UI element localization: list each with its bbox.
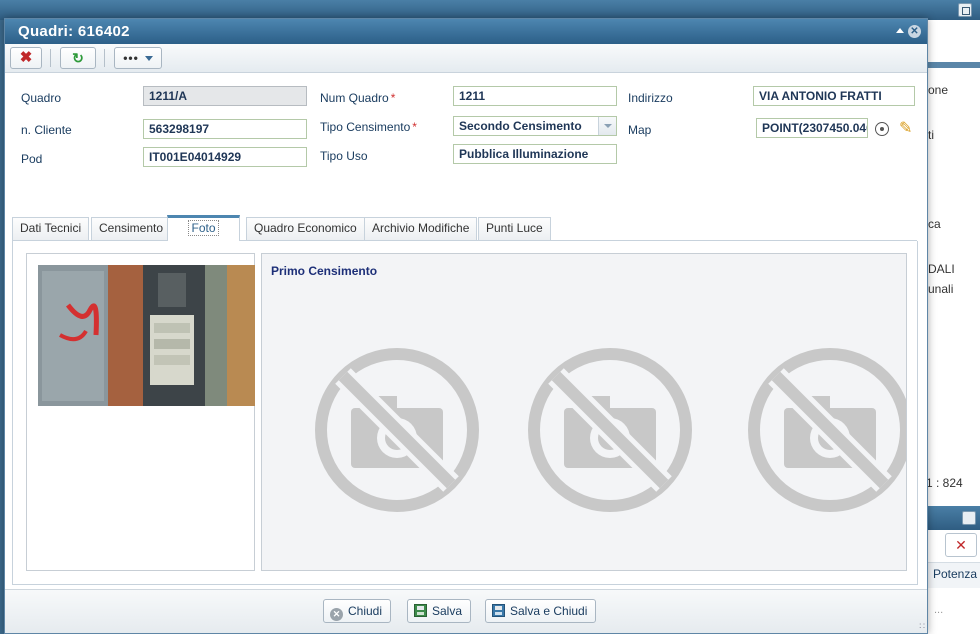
tab-foto-label: Foto bbox=[188, 220, 219, 236]
tab-quadro-economico[interactable]: Quadro Economico bbox=[246, 217, 365, 240]
num-quadro-field[interactable]: 1211 bbox=[453, 86, 617, 106]
n-cliente-label: n. Cliente bbox=[21, 123, 72, 137]
save-icon bbox=[414, 604, 427, 617]
expand-icon[interactable] bbox=[958, 3, 972, 17]
save-close-icon bbox=[492, 604, 505, 617]
num-quadro-label-text: Num Quadro bbox=[320, 91, 389, 105]
quadro-field: 1211/A bbox=[143, 86, 307, 106]
collapse-icon[interactable] bbox=[896, 28, 904, 33]
photo-gallery: Primo Censimento bbox=[261, 253, 907, 571]
tipo-censimento-label: Tipo Censimento * bbox=[320, 120, 417, 134]
tab-censimento[interactable]: Censimento bbox=[91, 217, 172, 240]
dialog-toolbar: ✖ ↻ ••• bbox=[5, 44, 927, 73]
photo-list bbox=[26, 253, 255, 571]
cabinet-photo[interactable] bbox=[38, 265, 255, 406]
refresh-button[interactable]: ↻ bbox=[60, 47, 96, 69]
record-count: 1 : 824 bbox=[926, 476, 963, 490]
dialog-title: Quadri: 616402 bbox=[18, 23, 130, 40]
quadro-label: Quadro bbox=[21, 91, 62, 105]
save-button-label: Salva bbox=[432, 604, 463, 618]
column-header-label: Potenza bbox=[933, 567, 978, 581]
pod-label: Pod bbox=[21, 152, 43, 166]
quadri-dialog: Quadri: 616402 ✕ ✖ ↻ ••• Quadro 1211/A N… bbox=[4, 18, 928, 634]
n-cliente-field[interactable]: 563298197 bbox=[143, 119, 307, 139]
tab-content: Primo Censimento bbox=[12, 241, 918, 585]
tab-dati-tecnici[interactable]: Dati Tecnici bbox=[12, 217, 90, 240]
locate-icon[interactable] bbox=[875, 122, 889, 136]
no-camera-icon bbox=[748, 348, 906, 512]
required-mark: * bbox=[390, 91, 396, 105]
x-icon: ✖ bbox=[19, 49, 33, 66]
required-mark: * bbox=[412, 120, 417, 134]
pencil-icon[interactable]: ✎ bbox=[899, 118, 912, 138]
background-text: one bbox=[928, 83, 949, 97]
close-button[interactable]: ✕ Chiudi bbox=[323, 599, 392, 623]
close-dialog-icon[interactable]: ✕ bbox=[908, 25, 921, 38]
close-button-label: Chiudi bbox=[348, 604, 383, 618]
clear-filter-button[interactable]: ✕ bbox=[945, 533, 977, 557]
tipo-censimento-select[interactable]: Secondo Censimento bbox=[453, 116, 617, 136]
cabinet-photo-image bbox=[38, 265, 255, 406]
more-icon: ••• bbox=[123, 51, 139, 65]
resize-grip-icon[interactable]: ∷ bbox=[919, 621, 925, 632]
map-label: Map bbox=[628, 123, 652, 137]
background-text: ti bbox=[928, 128, 934, 142]
refresh-icon: ↻ bbox=[72, 50, 84, 66]
tipo-uso-field[interactable]: Pubblica Illuminazione bbox=[453, 144, 617, 164]
toolbar-separator bbox=[50, 49, 51, 67]
tipo-uso-label: Tipo Uso bbox=[320, 149, 368, 163]
save-and-close-button[interactable]: Salva e Chiudi bbox=[485, 599, 597, 623]
filter-remove-icon: ✕ bbox=[955, 537, 967, 553]
no-camera-icon bbox=[528, 348, 692, 512]
background-titlebar bbox=[0, 0, 980, 20]
tab-foto[interactable]: Foto bbox=[167, 215, 240, 242]
tipo-censimento-label-text: Tipo Censimento bbox=[320, 120, 411, 134]
map-field[interactable]: POINT(2307450.046 bbox=[756, 118, 868, 138]
save-button[interactable]: Salva bbox=[407, 599, 472, 623]
chevron-down-icon bbox=[144, 56, 153, 62]
num-quadro-label: Num Quadro * bbox=[320, 91, 395, 105]
expand-icon[interactable] bbox=[962, 511, 976, 525]
save-and-close-label: Salva e Chiudi bbox=[510, 604, 588, 618]
background-text: unali bbox=[928, 282, 954, 296]
tab-bar: Dati Tecnici Censimento Foto Quadro Econ… bbox=[12, 215, 917, 242]
background-text: DALI bbox=[928, 262, 955, 276]
pod-field[interactable]: IT001E04014929 bbox=[143, 147, 307, 167]
delete-button[interactable]: ✖ bbox=[10, 47, 42, 69]
row-placeholder: ... bbox=[934, 604, 944, 616]
more-actions-dropdown[interactable]: ••• bbox=[114, 47, 162, 69]
tab-archivio-modifiche[interactable]: Archivio Modifiche bbox=[364, 217, 478, 240]
gallery-title: Primo Censimento bbox=[271, 264, 378, 278]
chevron-down-icon[interactable] bbox=[598, 117, 616, 135]
dialog-footer: ✕ Chiudi Salva Salva e Chiudi ∷ bbox=[5, 589, 927, 633]
dialog-titlebar[interactable]: Quadri: 616402 ✕ bbox=[5, 19, 927, 44]
tab-punti-luce[interactable]: Punti Luce bbox=[478, 217, 551, 240]
background-text: ca bbox=[928, 217, 941, 231]
background-band bbox=[926, 62, 980, 68]
tipo-censimento-value: Secondo Censimento bbox=[459, 119, 582, 133]
indirizzo-field[interactable]: VIA ANTONIO FRATTI bbox=[753, 86, 915, 106]
toolbar-separator bbox=[104, 49, 105, 67]
no-camera-icon bbox=[315, 348, 479, 512]
close-circle-icon: ✕ bbox=[330, 608, 343, 621]
indirizzo-label: Indirizzo bbox=[628, 91, 673, 105]
